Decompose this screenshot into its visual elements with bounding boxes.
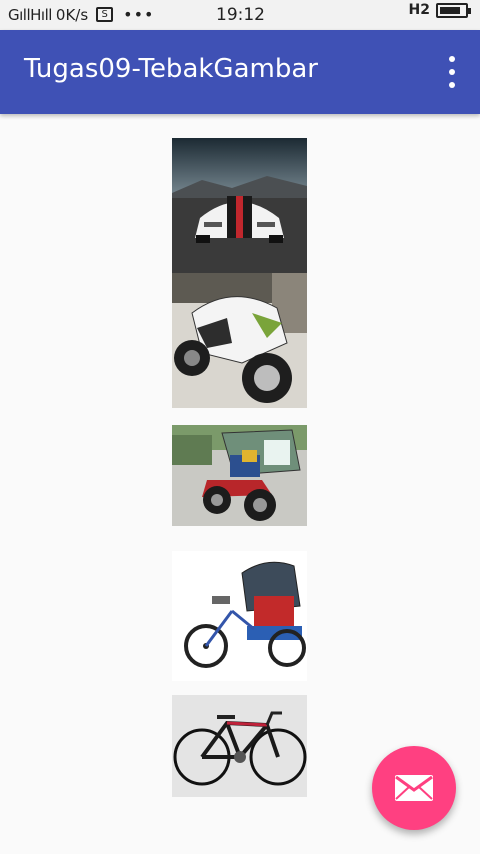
app-bar: Tugas09-TebakGambar xyxy=(0,30,480,114)
becak-image[interactable] xyxy=(172,551,307,681)
network-type-icon: H2 xyxy=(408,2,430,18)
motorcycle-image[interactable] xyxy=(172,273,307,408)
becak-motor-image[interactable] xyxy=(172,425,307,526)
email-fab-button[interactable] xyxy=(372,746,456,830)
more-notifications-icon: ••• xyxy=(123,5,155,24)
battery-icon xyxy=(436,2,471,18)
more-vert-icon[interactable] xyxy=(444,56,460,88)
clock: 19:12 xyxy=(216,5,265,25)
sim-icon: S xyxy=(96,7,114,22)
page-title: Tugas09-TebakGambar xyxy=(24,54,318,84)
network-speed: 0K/s xyxy=(55,5,89,24)
battery-level xyxy=(440,6,461,14)
email-icon xyxy=(395,775,433,801)
bicycle-image[interactable] xyxy=(172,695,307,797)
status-bar: GıllHıll 0K/s S ••• 19:12 H2 xyxy=(0,0,480,30)
signal-icon: GıllHıll xyxy=(8,5,52,24)
car-image[interactable] xyxy=(172,138,307,273)
